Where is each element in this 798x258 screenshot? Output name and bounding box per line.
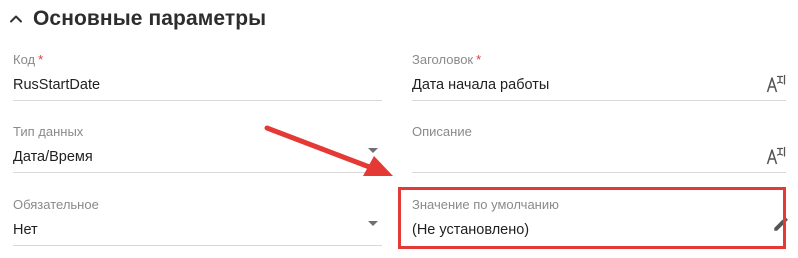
caret-down-icon[interactable] bbox=[368, 148, 378, 153]
description-label: Описание bbox=[412, 124, 472, 139]
title-input[interactable]: Дата начала работы bbox=[412, 77, 549, 93]
section-header[interactable]: Основные параметры bbox=[8, 5, 266, 33]
annotation-highlight-box bbox=[398, 187, 786, 249]
required-field[interactable]: Обязательное Нет bbox=[13, 197, 382, 247]
required-label: Обязательное bbox=[13, 197, 99, 212]
field-underline bbox=[412, 172, 786, 173]
code-label: Код * bbox=[13, 52, 44, 67]
title-field[interactable]: Заголовок * Дата начала работы bbox=[412, 52, 786, 102]
required-marker: * bbox=[38, 52, 44, 67]
translate-icon[interactable] bbox=[766, 146, 786, 166]
description-field[interactable]: Описание bbox=[412, 124, 786, 174]
field-underline bbox=[13, 100, 382, 101]
chevron-up-icon[interactable] bbox=[8, 11, 24, 27]
field-underline bbox=[412, 100, 786, 101]
code-field[interactable]: Код * RusStartDate bbox=[13, 52, 382, 102]
data-type-select[interactable]: Дата/Время bbox=[13, 149, 93, 165]
field-underline bbox=[13, 245, 382, 246]
data-type-field[interactable]: Тип данных Дата/Время bbox=[13, 124, 382, 174]
section-title: Основные параметры bbox=[33, 7, 267, 30]
title-label: Заголовок * bbox=[412, 52, 482, 67]
translate-icon[interactable] bbox=[766, 74, 786, 94]
required-marker: * bbox=[476, 52, 482, 67]
field-underline bbox=[13, 172, 382, 173]
data-type-label: Тип данных bbox=[13, 124, 84, 139]
code-input[interactable]: RusStartDate bbox=[13, 77, 100, 93]
caret-down-icon[interactable] bbox=[368, 221, 378, 226]
required-select[interactable]: Нет bbox=[13, 222, 38, 238]
